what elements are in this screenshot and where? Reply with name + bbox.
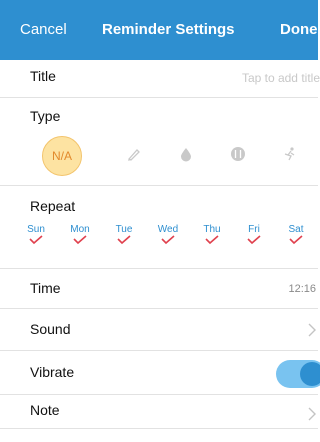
check-icon	[289, 235, 303, 245]
vibrate-label: Vibrate	[30, 364, 75, 380]
sound-row[interactable]: Sound	[0, 309, 318, 351]
day-label: Tue	[115, 224, 133, 235]
chevron-right-icon	[308, 407, 316, 421]
check-icon	[205, 235, 219, 245]
repeat-label: Repeat	[30, 198, 76, 214]
day-fri[interactable]: Fri	[236, 224, 272, 245]
time-label: Time	[30, 280, 61, 296]
title-placeholder[interactable]: Tap to add title	[242, 71, 320, 85]
cancel-button[interactable]: Cancel	[20, 21, 67, 38]
toggle-knob	[300, 362, 320, 386]
vibrate-toggle[interactable]	[276, 360, 320, 388]
type-option-na[interactable]: N/A	[42, 136, 82, 176]
type-label: Type	[30, 108, 61, 124]
exercise-icon[interactable]	[282, 146, 298, 162]
day-label: Thu	[203, 224, 221, 235]
day-label: Wed	[157, 224, 179, 235]
time-row[interactable]: Time 12:16	[0, 269, 318, 309]
day-thu[interactable]: Thu	[194, 224, 230, 245]
day-label: Fri	[248, 224, 260, 235]
check-icon	[161, 235, 175, 245]
day-mon[interactable]: Mon	[62, 224, 98, 245]
title-row[interactable]: Title Tap to add title	[0, 60, 320, 98]
pen-icon[interactable]	[126, 146, 142, 162]
day-sat[interactable]: Sat	[278, 224, 314, 245]
check-icon	[117, 235, 131, 245]
day-label: Mon	[70, 224, 90, 235]
title-label: Title	[30, 68, 56, 84]
time-value: 12:16	[288, 283, 316, 295]
day-label: Sat	[288, 224, 304, 235]
day-wed[interactable]: Wed	[150, 224, 186, 245]
check-icon	[29, 235, 43, 245]
day-tue[interactable]: Tue	[106, 224, 142, 245]
check-icon	[73, 235, 87, 245]
repeat-days: Sun Mon Tue Wed Thu Fri Sat	[0, 224, 318, 254]
navbar: Cancel Reminder Settings Done	[0, 0, 318, 60]
day-label: Sun	[27, 224, 45, 235]
fork-knife-icon[interactable]	[230, 146, 246, 162]
type-row: Type N/A	[0, 98, 318, 186]
repeat-row: Repeat Sun Mon Tue Wed Thu Fri Sat	[0, 186, 318, 269]
note-row[interactable]: Note	[0, 395, 318, 429]
day-sun[interactable]: Sun	[18, 224, 54, 245]
sound-label: Sound	[30, 321, 71, 337]
vibrate-row: Vibrate	[0, 351, 320, 395]
drop-icon[interactable]	[178, 146, 194, 162]
note-label: Note	[30, 402, 60, 418]
check-icon	[247, 235, 261, 245]
done-button[interactable]: Done	[280, 21, 318, 38]
chevron-right-icon	[308, 323, 316, 337]
page-title: Reminder Settings	[102, 21, 235, 38]
